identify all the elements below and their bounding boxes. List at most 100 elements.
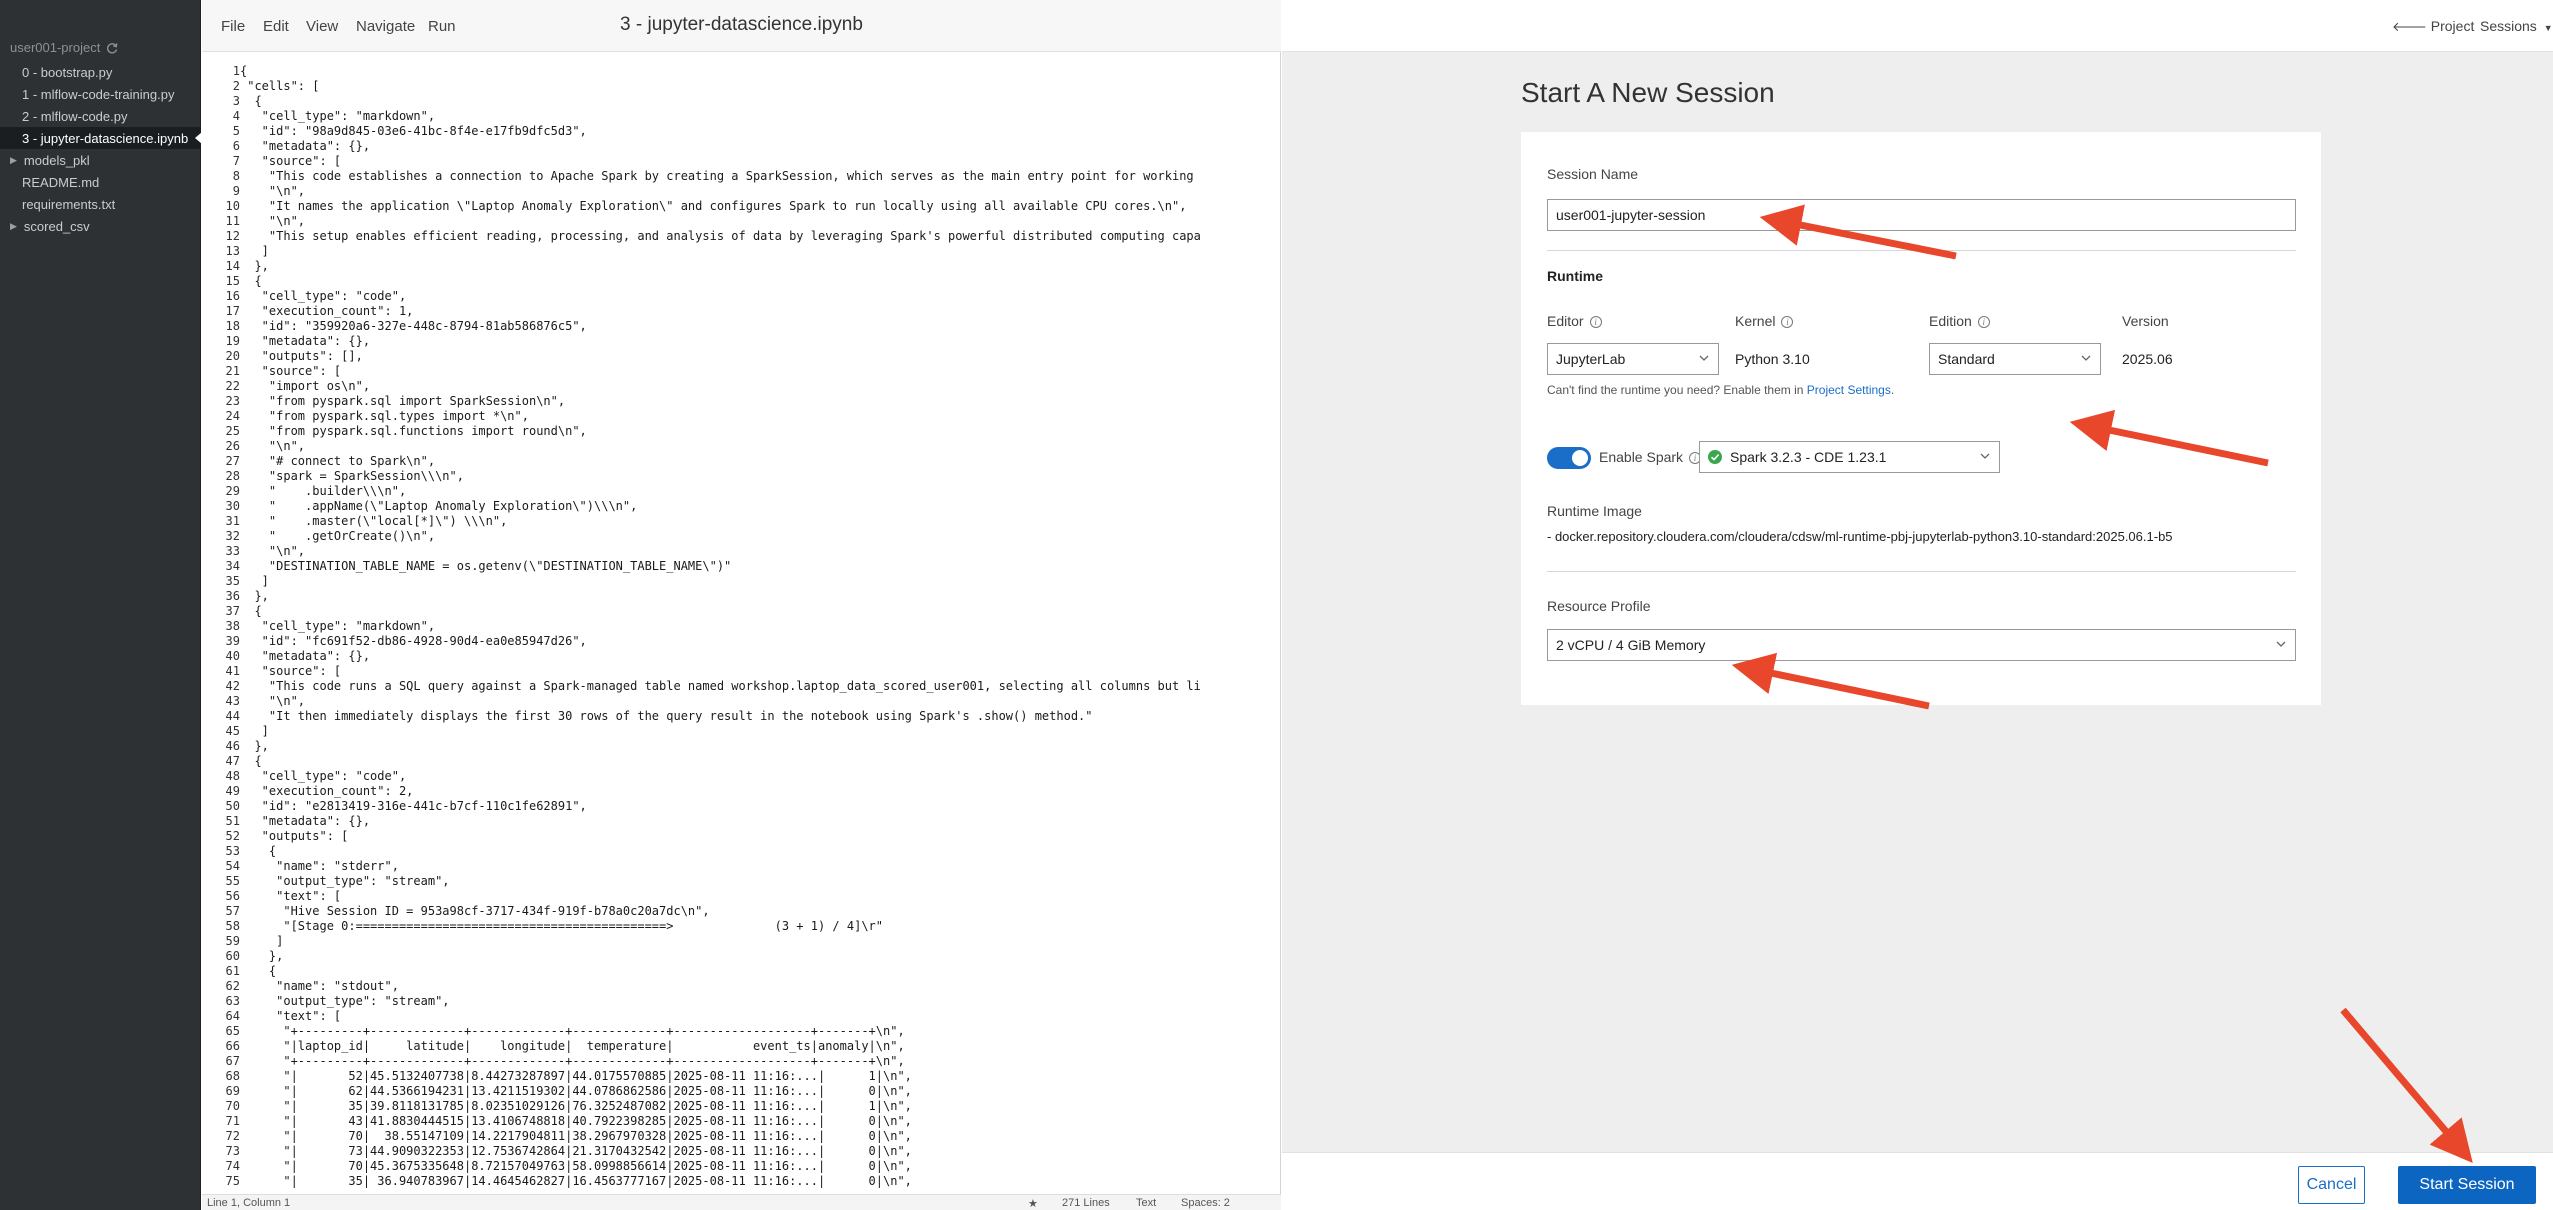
- line-number: 47: [225, 754, 240, 768]
- code-line: 32 " .getOrCreate()\n",: [202, 529, 436, 544]
- line-number: 4: [232, 109, 240, 123]
- sidebar-file-item[interactable]: 0 - bootstrap.py: [0, 61, 201, 83]
- code-line: 35 ]: [202, 574, 269, 589]
- edition-select[interactable]: Standard: [1929, 343, 2101, 375]
- line-number: 34: [225, 559, 240, 573]
- line-text: "cell_type": "markdown",: [240, 619, 436, 633]
- resource-profile-value: 2 vCPU / 4 GiB Memory: [1556, 637, 1706, 653]
- line-text: "source": [: [240, 664, 342, 678]
- code-line: 13 ]: [202, 244, 269, 259]
- caret-right-icon: ▶: [10, 154, 17, 165]
- line-number: 48: [225, 769, 240, 783]
- nav-sessions-menu[interactable]: Sessions ▼: [2480, 18, 2553, 34]
- line-number: 2: [232, 79, 240, 93]
- sidebar-file-item[interactable]: 3 - jupyter-datascience.ipynb: [0, 127, 202, 149]
- sidebar-file-item[interactable]: requirements.txt: [0, 193, 201, 215]
- line-text: "outputs": [: [240, 829, 349, 843]
- sidebar-item-label: models_pkl: [23, 152, 90, 168]
- refresh-icon[interactable]: [106, 42, 118, 54]
- line-number: 33: [225, 544, 240, 558]
- line-text: "| 70| 38.55147109|14.2217904811|38.2967…: [240, 1129, 912, 1143]
- enable-spark-label: Enable Spark i: [1599, 449, 1702, 465]
- line-number: 40: [225, 649, 240, 663]
- code-line: 69 "| 62|44.5366194231|13.4211519302|44.…: [202, 1084, 912, 1099]
- line-text: " .appName(\"Laptop Anomaly Exploration\…: [240, 499, 638, 513]
- line-text: "text": [: [240, 1009, 342, 1023]
- top-nav: 🡐 Project Sessions ▼: [1282, 0, 2553, 52]
- sidebar-folder-item[interactable]: ▶ models_pkl: [0, 149, 201, 171]
- line-text: {: [240, 604, 262, 618]
- code-area[interactable]: 1{2 "cells": [3 {4 "cell_type": "markdow…: [202, 64, 1281, 1194]
- line-number: 13: [225, 244, 240, 258]
- spark-version-select[interactable]: Spark 3.2.3 - CDE 1.23.1: [1699, 441, 2000, 473]
- line-number: 63: [225, 994, 240, 1008]
- info-icon[interactable]: i: [1589, 316, 1602, 328]
- line-number: 62: [225, 979, 240, 993]
- project-title: user001-project: [10, 40, 118, 55]
- line-number: 23: [225, 394, 240, 408]
- session-form-card: Session Name Runtime Editori Kerneli Edi…: [1521, 132, 2321, 705]
- cursor-position: Line 1, Column 1: [207, 1197, 291, 1209]
- line-text: "name": "stderr",: [240, 859, 399, 873]
- line-text: "from pyspark.sql import SparkSession\n"…: [240, 394, 566, 408]
- code-line: 26 "\n",: [202, 439, 305, 454]
- line-number: 27: [225, 454, 240, 468]
- line-number: 7: [232, 154, 240, 168]
- line-text: "| 52|45.5132407738|8.44273287897|44.017…: [240, 1069, 912, 1083]
- line-number: 24: [225, 409, 240, 423]
- divider: [1547, 571, 2296, 572]
- star-icon[interactable]: ★: [1028, 1197, 1038, 1210]
- line-text: "import os\n",: [240, 379, 371, 393]
- nav-project-link[interactable]: 🡐 Project: [2392, 18, 2474, 35]
- line-text: "| 73|44.9090322353|12.7536742864|21.317…: [240, 1144, 912, 1158]
- line-text: "metadata": {},: [240, 334, 371, 348]
- resource-profile-select[interactable]: 2 vCPU / 4 GiB Memory: [1547, 629, 2296, 661]
- code-line: 45 ]: [202, 724, 269, 739]
- code-line: 21 "source": [: [202, 364, 342, 379]
- line-number: 15: [225, 274, 240, 288]
- sidebar-folder-item[interactable]: ▶ scored_csv: [0, 215, 201, 237]
- line-text: "id": "e2813419-316e-441c-b7cf-110c1fe62…: [240, 799, 587, 813]
- enable-spark-toggle[interactable]: [1547, 447, 1591, 469]
- line-number: 74: [225, 1159, 240, 1173]
- line-text: "\n",: [240, 439, 306, 453]
- sidebar-file-item[interactable]: 2 - mlflow-code.py: [0, 105, 201, 127]
- file-browser-sidebar: user001-project 0 - bootstrap.py 1 - mlfl…: [0, 0, 202, 1210]
- code-line: 63 "output_type": "stream",: [202, 994, 450, 1009]
- code-line: 38 "cell_type": "markdown",: [202, 619, 436, 634]
- code-line: 34 "DESTINATION_TABLE_NAME = os.getenv(\…: [202, 559, 732, 574]
- editor-status-bar: Line 1, Column 1 ★ 271 Lines Text Spaces…: [202, 1194, 1281, 1210]
- line-number: 10: [225, 199, 240, 213]
- code-line: 55 "output_type": "stream",: [202, 874, 450, 889]
- line-number: 75: [225, 1174, 240, 1188]
- line-number: 30: [225, 499, 240, 513]
- sidebar-file-item[interactable]: README.md: [0, 171, 201, 193]
- editor-mode[interactable]: Text: [1136, 1197, 1156, 1209]
- code-line: 59 ]: [202, 934, 284, 949]
- indent-setting[interactable]: Spaces: 2: [1181, 1197, 1230, 1209]
- line-text: "id": "359920a6-327e-448c-8794-81ab58687…: [240, 319, 587, 333]
- line-number: 45: [225, 724, 240, 738]
- info-icon[interactable]: i: [1977, 316, 1990, 328]
- line-text: ]: [240, 934, 284, 948]
- line-number: 29: [225, 484, 240, 498]
- line-number: 38: [225, 619, 240, 633]
- code-line: 50 "id": "e2813419-316e-441c-b7cf-110c1f…: [202, 799, 587, 814]
- code-line: 43 "\n",: [202, 694, 305, 709]
- project-settings-link[interactable]: Project Settings: [1807, 383, 1891, 397]
- line-number: 41: [225, 664, 240, 678]
- code-line: 14 },: [202, 259, 269, 274]
- editor-select[interactable]: JupyterLab: [1547, 343, 1719, 375]
- start-session-button[interactable]: Start Session: [2398, 1166, 2536, 1204]
- info-icon[interactable]: i: [1781, 316, 1794, 328]
- chevron-down-icon: [1699, 355, 1709, 361]
- line-number: 35: [225, 574, 240, 588]
- session-name-input[interactable]: [1547, 199, 2296, 231]
- code-line: 62 "name": "stdout",: [202, 979, 399, 994]
- line-number: 12: [225, 229, 240, 243]
- code-line: 53 {: [202, 844, 277, 859]
- line-number: 61: [225, 964, 240, 978]
- cancel-button[interactable]: Cancel: [2298, 1166, 2365, 1204]
- line-number: 20: [225, 349, 240, 363]
- sidebar-file-item[interactable]: 1 - mlflow-code-training.py: [0, 83, 201, 105]
